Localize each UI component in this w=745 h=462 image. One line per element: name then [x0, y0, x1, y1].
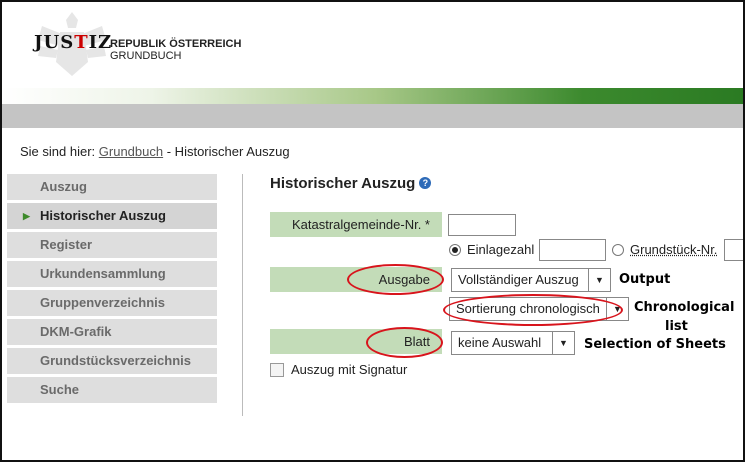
sidebar-item-grundstuecksverzeichnis[interactable]: Grundstücksverzeichnis: [7, 348, 217, 374]
vertical-divider: [242, 174, 243, 416]
radio-grundstueck-label: Grundstück-Nr.: [630, 242, 718, 257]
sidebar-item-urkundensammlung[interactable]: Urkundensammlung: [7, 261, 217, 287]
annotation-output: Output: [619, 272, 671, 287]
justiz-logo[interactable]: JUSTIZ: [34, 32, 112, 53]
grundstueck-input[interactable]: [724, 239, 743, 261]
annotation-list: list: [665, 319, 688, 334]
ausgabe-select[interactable]: Vollständiger Auszug ▼: [451, 268, 611, 292]
site-header: JUSTIZ REPUBLIK ÖSTERREICH GRUNDBUCH: [2, 2, 743, 88]
green-gradient-bar: [2, 88, 743, 104]
help-icon[interactable]: ?: [419, 177, 432, 189]
chevron-down-icon: ▼: [552, 332, 574, 354]
annotation-oval-blatt: [366, 327, 443, 358]
annotation-chronological: Chronological: [634, 300, 735, 315]
brand-text: REPUBLIK ÖSTERREICH GRUNDBUCH: [110, 38, 241, 62]
blatt-select[interactable]: keine Auswahl ▼: [451, 331, 575, 355]
breadcrumb-current: - Historischer Auszug: [166, 144, 290, 159]
sidebar-item-dkm-grafik[interactable]: DKM-Grafik: [7, 319, 217, 345]
radio-einlagezahl-label: Einlagezahl: [467, 242, 535, 257]
sidebar-item-auszug[interactable]: Auszug: [7, 174, 217, 200]
breadcrumb: Sie sind hier: Grundbuch - Historischer …: [20, 144, 290, 159]
gray-nav-bar: [2, 104, 743, 128]
page-frame: JUSTIZ REPUBLIK ÖSTERREICH GRUNDBUCH Sie…: [0, 0, 745, 462]
sidebar-nav: Auszug ▶ Historischer Auszug Register Urk…: [7, 174, 217, 406]
sidebar-item-suche[interactable]: Suche: [7, 377, 217, 403]
radio-grundstueck[interactable]: [612, 244, 624, 256]
kg-label: Katastralgemeinde-Nr. *: [270, 212, 442, 237]
sidebar-item-register[interactable]: Register: [7, 232, 217, 258]
active-arrow-icon: ▶: [23, 211, 30, 221]
kg-number-input[interactable]: [448, 214, 516, 236]
page-title: Historischer Auszug?: [270, 175, 432, 192]
breadcrumb-link-grundbuch[interactable]: Grundbuch: [99, 144, 163, 159]
annotation-sheets: Selection of Sheets: [584, 337, 726, 352]
sidebar-item-gruppenverzeichnis[interactable]: Gruppenverzeichnis: [7, 290, 217, 316]
annotation-oval-sortierung: [443, 294, 623, 326]
breadcrumb-prefix: Sie sind hier:: [20, 144, 96, 159]
radio-einlagezahl[interactable]: [449, 244, 461, 256]
brand-line-grundbuch: GRUNDBUCH: [110, 50, 182, 62]
signatur-checkbox-label: Auszug mit Signatur: [291, 362, 408, 377]
brand-line-republik: REPUBLIK ÖSTERREICH: [110, 38, 242, 50]
chevron-down-icon: ▼: [588, 269, 610, 291]
annotation-oval-ausgabe: [347, 264, 444, 295]
signatur-checkbox[interactable]: [270, 363, 284, 377]
sidebar-item-historischer-auszug[interactable]: ▶ Historischer Auszug: [7, 203, 217, 229]
einlagezahl-input[interactable]: [539, 239, 606, 261]
